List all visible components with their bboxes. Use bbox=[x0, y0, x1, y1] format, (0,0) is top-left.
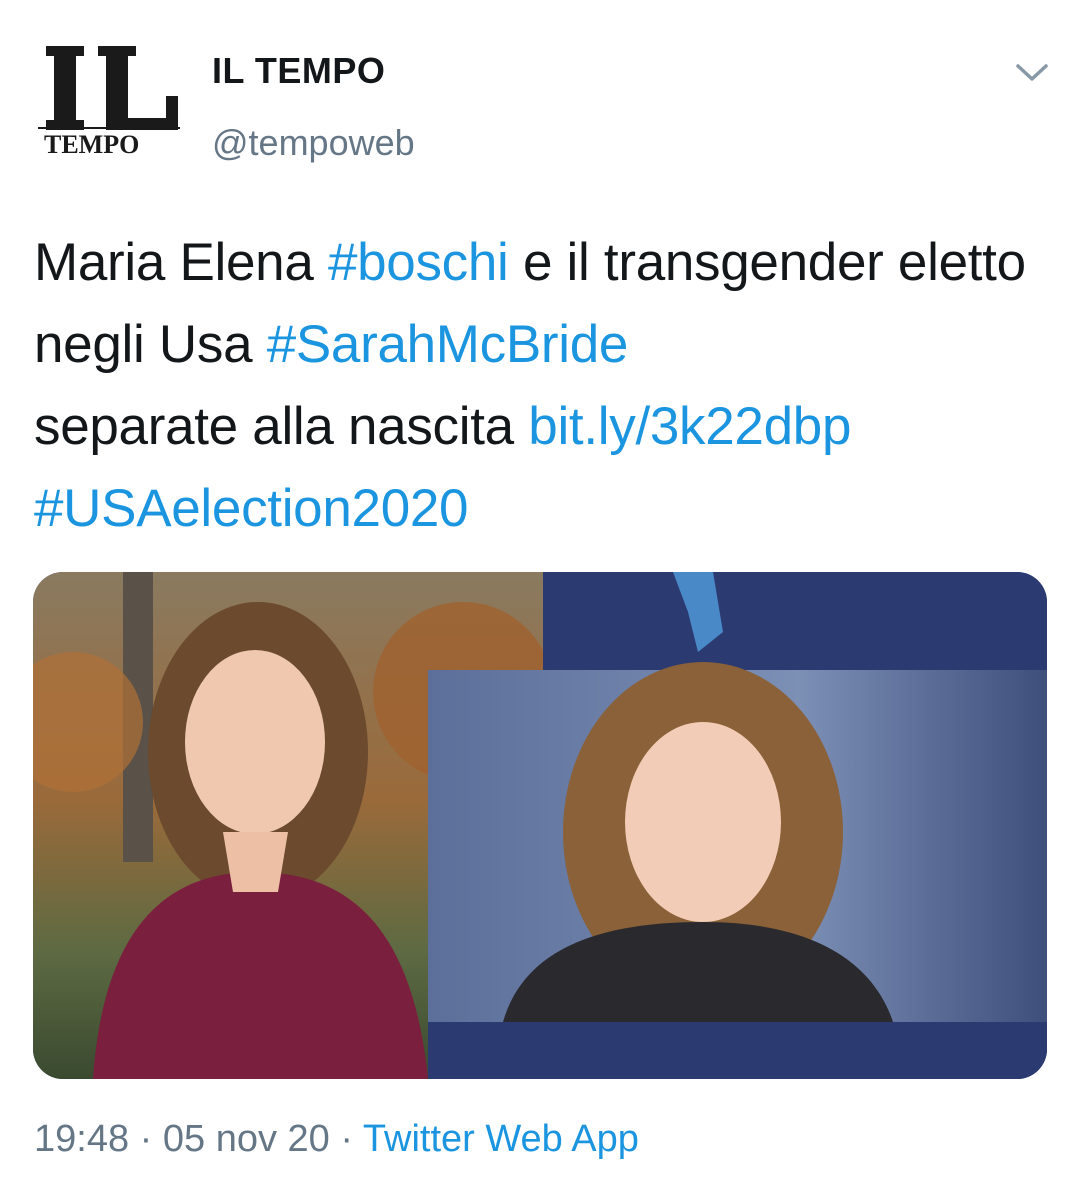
tweet-meta: 19:48 · 05 nov 20 · Twitter Web App bbox=[34, 1118, 639, 1161]
short-link[interactable]: bit.ly/3k22dbp bbox=[528, 397, 851, 456]
tweet-text: Maria Elena #boschi e il transgender ele… bbox=[34, 222, 1044, 550]
hashtag-sarahmcbride[interactable]: #SarahMcBride bbox=[267, 315, 629, 374]
tweet-text-segment: separate alla nascita bbox=[34, 397, 529, 456]
meta-separator: · bbox=[139, 1118, 153, 1160]
tweet-date[interactable]: 05 nov 20 bbox=[163, 1118, 330, 1160]
chevron-down-icon bbox=[1016, 64, 1048, 81]
tweet-menu-button[interactable] bbox=[1012, 58, 1052, 86]
tweet-media-image[interactable] bbox=[33, 572, 1047, 1079]
user-handle[interactable]: @tempoweb bbox=[212, 122, 415, 164]
il-tempo-logo: TEMPO IL bbox=[38, 46, 180, 159]
tweet-source-link[interactable]: Twitter Web App bbox=[363, 1118, 639, 1160]
hashtag-usaelection2020[interactable]: #USAelection2020 bbox=[34, 479, 469, 538]
tweet-text-segment: Maria Elena bbox=[34, 233, 328, 292]
logo-subtitle: TEMPO bbox=[44, 130, 139, 158]
hashtag-boschi[interactable]: #boschi bbox=[328, 233, 509, 292]
meta-separator: · bbox=[340, 1118, 354, 1160]
tweet-time[interactable]: 19:48 bbox=[34, 1118, 129, 1160]
display-name[interactable]: IL TEMPO bbox=[212, 50, 385, 92]
media-photo-collage bbox=[33, 572, 1047, 1079]
avatar[interactable]: TEMPO IL bbox=[36, 40, 182, 159]
